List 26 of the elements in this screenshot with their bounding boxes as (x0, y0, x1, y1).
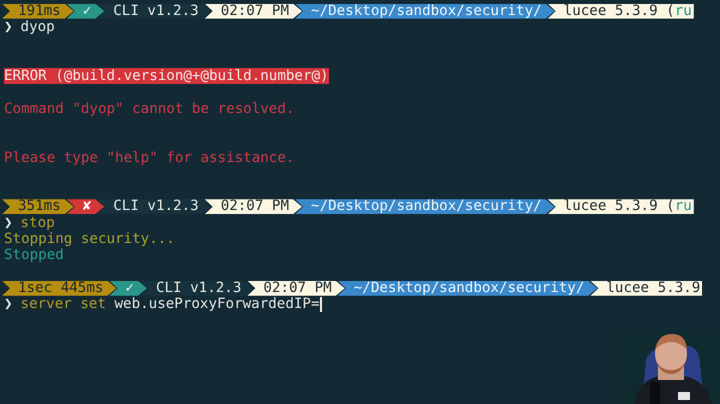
duration-segment: 351ms (2, 199, 74, 214)
version-segment: CLI v1.2.3 (97, 4, 212, 19)
status-message: Stopping security... (4, 231, 175, 248)
error-banner: ERROR (@build.version@+@build.number@) (4, 68, 329, 84)
version-segment: CLI v1.2.3 (97, 199, 212, 214)
prompt-chevron: ❯ (4, 19, 13, 36)
version-segment: CLI v1.2.3 (140, 280, 254, 296)
duration-segment: 1sec 445ms (2, 280, 116, 296)
error-message: Please type "help" for assistance. (4, 150, 294, 166)
command-text: server set web.useProxyForwardedIP= (20, 296, 320, 313)
engine-segment: lucee 5.3.9 (590, 280, 702, 296)
command-text: stop (20, 214, 55, 232)
engine-segment: lucee 5.3.9 (ru (548, 199, 694, 214)
prompt-chevron: ❯ (4, 296, 13, 313)
command-text: dyop (20, 19, 55, 36)
engine-segment: lucee 5.3.9 (ru (548, 4, 694, 19)
duration-segment: 191ms (2, 4, 74, 19)
clock-segment: 02:07 PM (204, 4, 302, 19)
status-message: Stopped (4, 247, 64, 264)
clock-segment: 02:07 PM (247, 280, 345, 296)
error-message: Command "dyop" cannot be resolved. (4, 100, 294, 118)
path-segment: ~/Desktop/sandbox/security/ (338, 280, 598, 296)
prompt-chevron: ❯ (4, 214, 13, 232)
path-segment: ~/Desktop/sandbox/security/ (295, 199, 555, 214)
clock-segment: 02:07 PM (204, 199, 302, 214)
path-segment: ~/Desktop/sandbox/security/ (295, 4, 555, 19)
